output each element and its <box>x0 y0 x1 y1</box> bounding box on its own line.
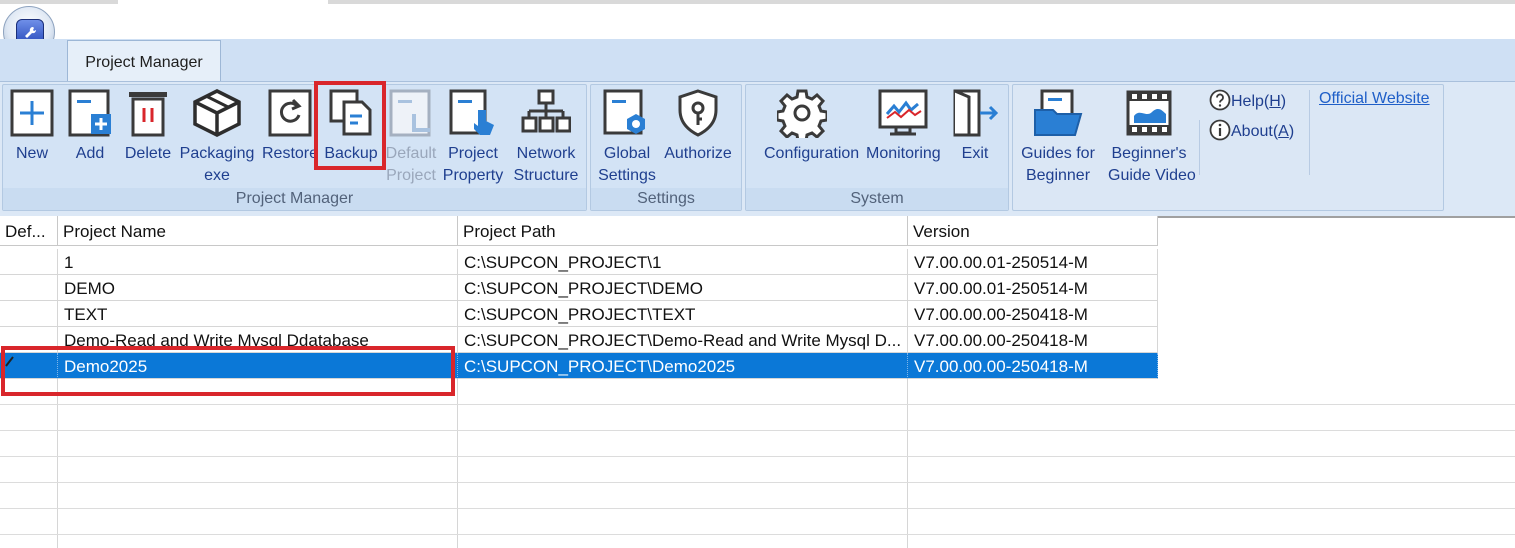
top-strip-gap <box>118 0 328 4</box>
exit-button[interactable]: Exit <box>950 86 1000 186</box>
column-header-version[interactable]: Version <box>908 216 1158 246</box>
exit-label: Exit <box>961 145 989 162</box>
group-label-project-manager: Project Manager <box>3 188 586 210</box>
packaging-label-line2: exe <box>204 167 230 184</box>
restore-icon <box>268 89 312 137</box>
project-property-icon <box>449 89 494 135</box>
exit-door-icon <box>953 89 999 137</box>
default-project-icon <box>389 89 431 137</box>
grid-row-line <box>0 482 1515 483</box>
project-path-cell: C:\SUPCON_PROJECT\Demo2025 <box>458 353 908 379</box>
tab-project-manager[interactable]: Project Manager <box>67 40 221 82</box>
global-settings-icon <box>603 89 645 135</box>
project-name-cell: DEMO <box>58 275 458 301</box>
table-row[interactable]: DEMO C:\SUPCON_PROJECT\DEMO V7.00.00.01-… <box>0 275 1158 301</box>
packaging-label-line1: Packaging <box>179 145 255 162</box>
version-cell: V7.00.00.00-250418-M <box>908 327 1158 353</box>
trash-icon <box>129 92 167 137</box>
new-button[interactable]: New <box>8 86 56 186</box>
grid-row-line <box>0 534 1515 535</box>
info-circle-icon <box>1209 119 1231 141</box>
column-header-project-name[interactable]: Project Name <box>58 216 458 246</box>
project-property-button[interactable]: Project Property <box>443 86 503 186</box>
help-accel-key: H <box>1269 93 1281 110</box>
default-cell <box>0 275 58 301</box>
guide-folder-icon <box>1034 89 1083 136</box>
beginners-guide-video-button[interactable]: Beginner's Guide Video <box>1108 86 1196 186</box>
default-cell <box>0 301 58 327</box>
gear-icon <box>777 89 827 138</box>
window-top-strip <box>0 0 1515 4</box>
guides-label-line2: Beginner <box>1025 167 1091 184</box>
default-cell <box>0 249 58 275</box>
global-settings-button[interactable]: Global Settings <box>598 86 656 186</box>
network-structure-button[interactable]: Network Structure <box>514 86 578 186</box>
table-row[interactable]: TEXT C:\SUPCON_PROJECT\TEXT V7.00.00.00-… <box>0 301 1158 327</box>
help-label-prefix: Help( <box>1231 93 1270 110</box>
video-label-line2: Guide Video <box>1108 167 1196 184</box>
configuration-label: Configuration <box>764 145 860 162</box>
grid-row-line <box>0 404 1515 405</box>
network-label-line1: Network <box>516 145 576 162</box>
official-website-link[interactable]: Official Website <box>1319 90 1430 108</box>
project-path-cell: C:\SUPCON_PROJECT\1 <box>458 249 908 275</box>
restore-button[interactable]: Restore <box>262 86 318 186</box>
authorize-button[interactable]: Authorize <box>664 86 732 186</box>
grid-row-line <box>0 456 1515 457</box>
column-header-default[interactable]: Def... <box>0 216 58 246</box>
network-label-line2: Structure <box>513 167 579 184</box>
configuration-button[interactable]: Configuration <box>764 86 859 186</box>
ribbon-tab-bar <box>0 39 1515 81</box>
monitor-chart-icon <box>878 89 928 136</box>
delete-label: Delete <box>124 145 172 162</box>
guides-label-line1: Guides for <box>1021 145 1095 162</box>
default-project-button[interactable]: Default Project <box>386 86 436 186</box>
monitoring-label: Monitoring <box>866 145 941 162</box>
ribbon-separator <box>1309 90 1310 175</box>
project-name-cell: 1 <box>58 249 458 275</box>
grid-row-line <box>0 508 1515 509</box>
add-project-icon <box>68 89 111 137</box>
ribbon-separator <box>1199 120 1200 175</box>
monitoring-button[interactable]: Monitoring <box>866 86 941 186</box>
global-label-line1: Global <box>603 145 651 162</box>
shield-key-icon <box>678 89 718 137</box>
property-label-line2: Property <box>442 167 504 184</box>
backup-highlight-box <box>314 81 386 170</box>
version-cell: V7.00.00.00-250418-M <box>908 353 1158 379</box>
network-tree-icon <box>521 89 571 133</box>
version-cell: V7.00.00.01-250514-M <box>908 249 1158 275</box>
video-label-line1: Beginner's <box>1111 145 1187 162</box>
project-name-cell: TEXT <box>58 301 458 327</box>
add-button[interactable]: Add <box>66 86 114 186</box>
project-path-cell: C:\SUPCON_PROJECT\TEXT <box>458 301 908 327</box>
group-label-settings: Settings <box>591 188 741 210</box>
packaging-exe-button[interactable]: Packaging exe <box>180 86 254 186</box>
help-label-suffix: ) <box>1280 93 1287 110</box>
guides-for-beginner-button[interactable]: Guides for Beginner <box>1021 86 1095 186</box>
project-path-cell: C:\SUPCON_PROJECT\DEMO <box>458 275 908 301</box>
column-header-project-path[interactable]: Project Path <box>458 216 908 246</box>
version-cell: V7.00.00.00-250418-M <box>908 301 1158 327</box>
property-label-line1: Project <box>448 145 498 162</box>
group-label-system: System <box>746 188 1008 210</box>
help-button[interactable]: Help(H) <box>1209 89 1286 111</box>
question-circle-icon <box>1209 89 1231 111</box>
authorize-label: Authorize <box>664 145 732 162</box>
delete-button[interactable]: Delete <box>124 86 172 186</box>
project-path-cell: C:\SUPCON_PROJECT\Demo-Read and Write My… <box>458 327 908 353</box>
about-accel-key: A <box>1278 123 1289 140</box>
about-button[interactable]: About(A) <box>1209 119 1294 141</box>
video-film-icon <box>1126 90 1172 136</box>
about-label-suffix: ) <box>1288 123 1295 140</box>
selected-project-highlight-box <box>1 346 455 396</box>
package-box-icon <box>193 89 241 137</box>
about-label-prefix: About( <box>1231 123 1279 140</box>
table-row[interactable]: 1 C:\SUPCON_PROJECT\1 V7.00.00.01-250514… <box>0 249 1158 275</box>
version-cell: V7.00.00.01-250514-M <box>908 275 1158 301</box>
grid-row-line <box>0 430 1515 431</box>
new-project-icon <box>10 89 54 137</box>
global-label-line2: Settings <box>598 167 656 184</box>
